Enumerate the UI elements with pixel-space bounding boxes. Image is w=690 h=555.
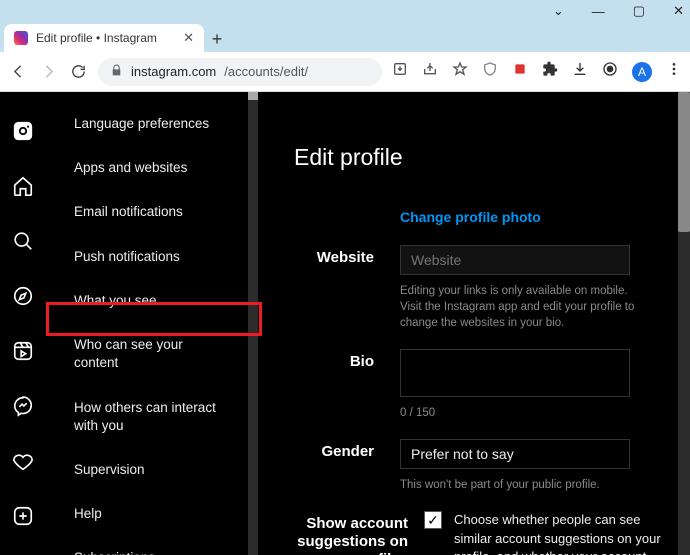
website-input[interactable] [400, 245, 630, 275]
address-bar[interactable]: instagram.com/accounts/edit/ [98, 58, 382, 86]
search-icon[interactable] [12, 230, 34, 257]
sidebar-item-email-notifications[interactable]: Email notifications [46, 190, 258, 234]
kebab-menu-icon[interactable] [666, 61, 682, 82]
extensions-icon[interactable] [542, 61, 558, 82]
bio-label: Bio [294, 349, 400, 421]
website-helper-text: Editing your links is only available on … [400, 283, 640, 331]
url-path: /accounts/edit/ [224, 64, 308, 79]
sidebar-item-who-can-see[interactable]: Who can see your content [46, 323, 258, 385]
show-account-suggestions-desc: Choose whether people can see similar ac… [454, 511, 664, 555]
window-controls: ⌄ — ▢ ✕ [0, 0, 690, 22]
share-icon[interactable] [422, 61, 438, 82]
sidebar-item-supervision[interactable]: Supervision [46, 448, 258, 492]
nav-rail [0, 92, 46, 555]
heart-icon[interactable] [12, 450, 34, 477]
install-app-icon[interactable] [392, 61, 408, 82]
gender-select[interactable]: Prefer not to say [400, 439, 630, 469]
lock-icon [110, 64, 123, 80]
tab-title: Edit profile • Instagram [36, 31, 157, 45]
main-scrollbar[interactable] [678, 92, 690, 555]
gender-helper-text: This won't be part of your public profil… [400, 477, 640, 493]
download-icon[interactable] [572, 61, 588, 82]
close-tab-button[interactable]: ✕ [183, 30, 194, 46]
sidebar-item-help[interactable]: Help [46, 492, 258, 536]
minimize-button[interactable]: — [592, 4, 605, 19]
bio-textarea[interactable] [400, 349, 630, 397]
close-window-button[interactable]: ✕ [673, 3, 684, 19]
show-account-suggestions-label: Show account suggestions on profiles [294, 511, 424, 555]
sidebar-item-what-you-see[interactable]: What you see [46, 279, 258, 323]
account-shield-icon[interactable] [602, 61, 618, 82]
create-icon[interactable] [12, 505, 34, 532]
reload-button[interactable] [68, 63, 88, 80]
main-scroll-thumb[interactable] [678, 92, 690, 232]
instagram-logo-icon[interactable] [12, 120, 34, 147]
sidebar-item-how-others-interact[interactable]: How others can interact with you [46, 386, 258, 448]
change-photo-link[interactable]: Change profile photo [400, 209, 541, 225]
main-panel: Edit profile Change profile photo Websit… [258, 92, 690, 555]
home-icon[interactable] [12, 175, 34, 202]
page-title: Edit profile [294, 144, 690, 171]
extension-icon-1[interactable] [512, 61, 528, 82]
page-viewport: Language preferences Apps and websites E… [0, 92, 690, 555]
shield-icon[interactable] [482, 61, 498, 82]
url-domain: instagram.com [131, 64, 216, 79]
explore-icon[interactable] [12, 285, 34, 312]
settings-sidebar: Language preferences Apps and websites E… [46, 92, 258, 555]
bookmark-star-icon[interactable] [452, 61, 468, 82]
browser-tab[interactable]: Edit profile • Instagram ✕ [4, 24, 204, 52]
back-button[interactable] [8, 63, 28, 80]
bio-counter: 0 / 150 [400, 405, 640, 421]
new-tab-button[interactable]: + [204, 26, 230, 52]
browser-toolbar: instagram.com/accounts/edit/ A [0, 52, 690, 92]
maximize-button[interactable]: ▢ [633, 3, 645, 19]
sidebar-item-language[interactable]: Language preferences [46, 102, 258, 146]
forward-button[interactable] [38, 63, 58, 80]
profile-avatar-button[interactable]: A [632, 62, 652, 82]
gender-label: Gender [294, 439, 400, 493]
sidebar-item-apps[interactable]: Apps and websites [46, 146, 258, 190]
instagram-favicon-icon [14, 31, 28, 45]
reels-icon[interactable] [12, 340, 34, 367]
sidebar-item-subscriptions[interactable]: Subscriptions [46, 536, 258, 555]
show-account-suggestions-checkbox[interactable]: ✓ [424, 511, 442, 529]
website-label: Website [294, 245, 400, 331]
tab-strip: Edit profile • Instagram ✕ + [0, 22, 690, 52]
messenger-icon[interactable] [12, 395, 34, 422]
chevron-down-icon[interactable]: ⌄ [553, 3, 564, 19]
sidebar-item-push-notifications[interactable]: Push notifications [46, 235, 258, 279]
